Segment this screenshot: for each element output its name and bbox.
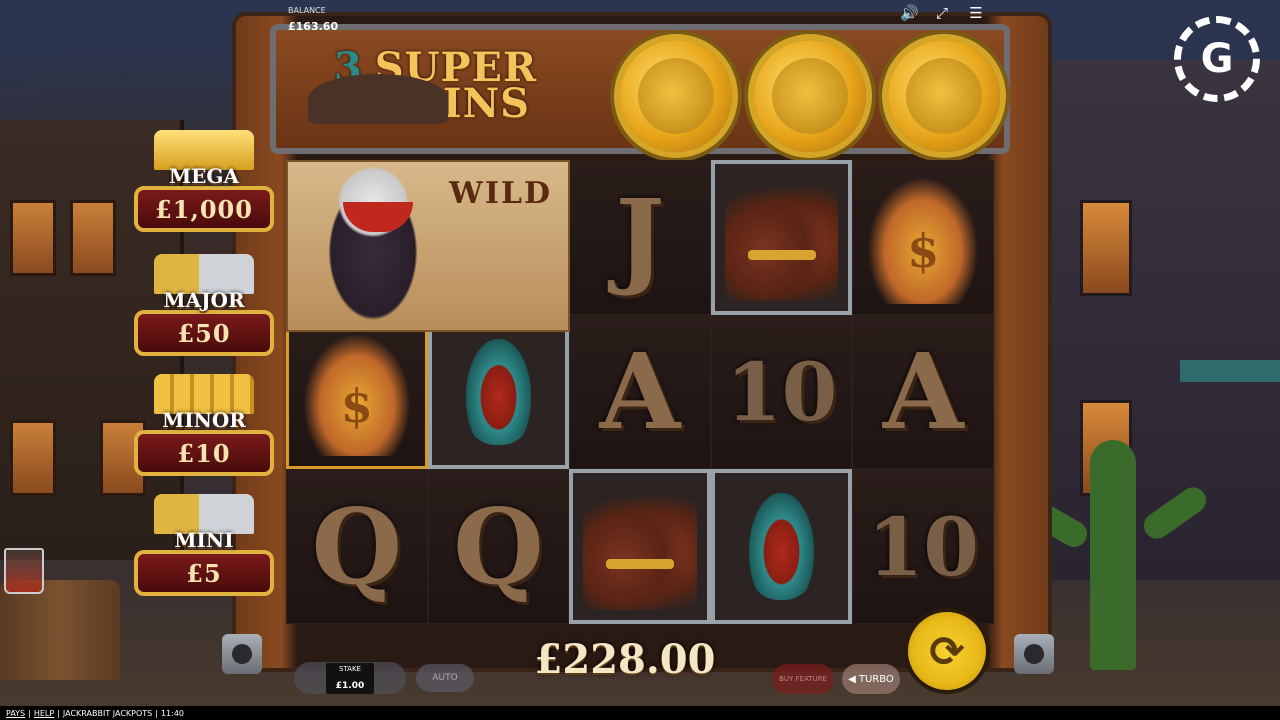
symbol-a: A — [882, 330, 964, 454]
buy-feature-button[interactable]: BUY FEATURE — [772, 664, 834, 694]
whiskey-glass — [4, 548, 44, 594]
frame-bolt — [1014, 634, 1054, 674]
reel-cell-flask — [710, 469, 853, 624]
window — [10, 200, 56, 276]
turbo-button[interactable]: ◀ TURBO — [842, 664, 900, 694]
town-building — [1036, 60, 1280, 580]
footer-bar: PAYS | HELP | JACKRABBIT JACKPOTS | 11:4… — [0, 706, 1280, 720]
game-name: JACKRABBIT JACKPOTS — [62, 708, 153, 718]
jackpot-minor: MINOR £10 — [134, 374, 274, 476]
reel-cell-boots — [710, 160, 853, 315]
pays-link[interactable]: PAYS — [6, 709, 25, 718]
top-toolbar: 🔊 ⤢ ☰ — [900, 4, 984, 22]
jackpot-name: MEGA — [169, 164, 239, 188]
flask-icon — [748, 493, 815, 600]
gold-coin-icon — [620, 40, 732, 152]
speaker-icon[interactable]: 🔊 — [900, 4, 919, 22]
menu-icon[interactable]: ☰ — [968, 4, 984, 22]
spin-icon: ⟳ — [929, 626, 965, 676]
turbo-icon: ◀ — [848, 673, 856, 685]
cactus — [1090, 440, 1136, 670]
win-amount: £228.00 — [534, 636, 716, 683]
symbol-10: 10 — [867, 499, 979, 594]
window — [70, 200, 116, 276]
gold-coin-icon — [754, 40, 866, 152]
spin-button[interactable]: ⟳ — [908, 612, 986, 690]
jackpot-amount: £10 — [134, 430, 274, 476]
jackpot-amount: £1,000 — [134, 186, 274, 232]
reel-cell-10: 10 — [710, 314, 853, 470]
jackpot-name: MINI — [174, 528, 234, 552]
balance-display: BALANCE £163.60 — [288, 6, 338, 34]
reel-cell-flask — [427, 314, 570, 470]
symbol-a: A — [599, 330, 681, 454]
reel-cell-a: A — [569, 314, 711, 470]
reel-cell-q: Q — [286, 469, 428, 624]
wild-label: WILD — [449, 176, 552, 211]
turbo-label: TURBO — [858, 673, 894, 685]
reel-cell-j: J — [569, 160, 711, 315]
stake-control[interactable]: STAKE £1.00 — [294, 662, 406, 694]
symbol-10: 10 — [725, 344, 838, 439]
reel-cell-q: Q — [427, 469, 570, 624]
footer-separator: | — [57, 708, 60, 718]
reel-cell-10: 10 — [852, 469, 994, 624]
money-bag-icon — [863, 171, 983, 304]
logo-letter: G — [1200, 36, 1234, 82]
balance-label: BALANCE — [288, 6, 326, 15]
reel-cell-boots — [569, 469, 711, 624]
brand-logo: G — [1174, 16, 1260, 102]
jackpot-mini: MINI £5 — [134, 494, 274, 596]
stake-value: £1.00 — [335, 680, 365, 691]
flask-icon — [465, 338, 532, 446]
stake-display: STAKE £1.00 — [325, 662, 375, 694]
awning — [1180, 360, 1280, 382]
frame-bolt — [222, 634, 262, 674]
jackpot-major: MAJOR £50 — [134, 254, 274, 356]
bandana-icon — [343, 202, 413, 232]
reel-cell-bag — [286, 314, 428, 470]
rabbit-cowboy-icon — [288, 74, 458, 322]
reel-cell-bag — [852, 160, 994, 315]
window — [10, 420, 56, 496]
footer-separator: | — [155, 708, 158, 718]
window — [1080, 200, 1132, 296]
jackpot-name: MINOR — [162, 408, 246, 432]
footer-separator: | — [28, 708, 31, 718]
cowboy-hat-icon — [308, 74, 448, 124]
jackpot-mega: MEGA £1,000 — [134, 130, 274, 232]
help-link[interactable]: HELP — [34, 709, 54, 718]
clock: 11:40 — [160, 708, 184, 718]
symbol-q: Q — [453, 485, 544, 609]
cowboy-boots-icon — [724, 174, 839, 301]
autoplay-button[interactable]: AUTO — [416, 664, 474, 692]
symbol-q: Q — [311, 485, 403, 609]
fullscreen-icon[interactable]: ⤢ — [934, 4, 950, 22]
stake-label: STAKE — [339, 664, 361, 673]
cowboy-boots-icon — [583, 483, 697, 610]
barrel — [0, 580, 120, 680]
symbol-j: J — [615, 175, 665, 299]
balance-value: £163.60 — [288, 20, 339, 33]
jackpot-name: MAJOR — [163, 288, 245, 312]
reel-cell-a: A — [852, 314, 994, 470]
jackpot-amount: £50 — [134, 310, 274, 356]
jackpot-amount: £5 — [134, 550, 274, 596]
money-bag-icon — [299, 327, 415, 457]
wild-symbol: WILD — [286, 74, 570, 332]
gold-coin-icon — [888, 40, 1000, 152]
